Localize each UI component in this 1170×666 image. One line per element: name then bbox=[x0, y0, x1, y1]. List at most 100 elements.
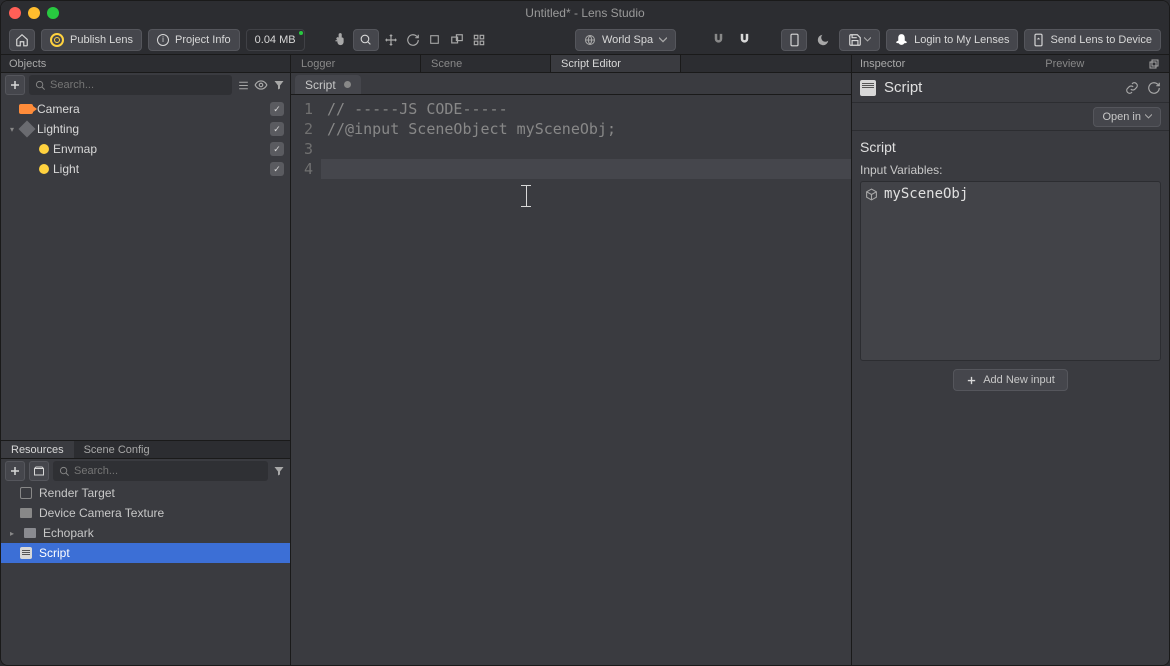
resource-device-camera[interactable]: Device Camera Texture bbox=[1, 503, 290, 523]
resources-search-input[interactable] bbox=[74, 465, 262, 477]
light-label: Light bbox=[53, 162, 266, 176]
filter-button[interactable] bbox=[272, 464, 286, 478]
snap-off-icon[interactable] bbox=[708, 32, 728, 47]
script-tab-label: Script bbox=[305, 78, 336, 92]
status-dot-icon bbox=[299, 31, 303, 35]
window-title: Untitled* - Lens Studio bbox=[525, 6, 644, 20]
scale-tool[interactable] bbox=[425, 29, 445, 51]
close-button[interactable] bbox=[9, 7, 21, 19]
add-object-button[interactable] bbox=[5, 75, 25, 95]
light-check[interactable]: ✓ bbox=[270, 162, 284, 176]
window-controls bbox=[9, 7, 59, 19]
project-info-label: Project Info bbox=[175, 34, 231, 46]
script-icon bbox=[20, 547, 32, 559]
save-dropdown[interactable] bbox=[839, 29, 880, 51]
inspector-header: Inspector Preview bbox=[852, 55, 1169, 73]
select-tool[interactable] bbox=[353, 29, 379, 51]
home-button[interactable] bbox=[9, 29, 35, 51]
grid-tool[interactable] bbox=[469, 29, 489, 51]
input-var-row[interactable]: mySceneObj bbox=[865, 186, 1156, 202]
scene-object-icon bbox=[865, 188, 878, 201]
render-target-icon bbox=[20, 487, 32, 499]
code-editor[interactable]: 1234 // -----JS CODE----- //@input Scene… bbox=[291, 95, 851, 665]
refresh-button[interactable] bbox=[1147, 81, 1161, 95]
project-info-button[interactable]: i Project Info bbox=[148, 29, 240, 51]
snap-on-icon[interactable] bbox=[734, 32, 754, 47]
library-button[interactable] bbox=[29, 461, 49, 481]
minimize-button[interactable] bbox=[28, 7, 40, 19]
project-size-label: 0.04 MB bbox=[255, 34, 296, 46]
resources-list: Render Target Device Camera Texture ▸ Ec… bbox=[1, 483, 290, 665]
screen-tool[interactable] bbox=[447, 29, 467, 51]
tree-row-envmap[interactable]: Envmap ✓ bbox=[1, 139, 290, 159]
light-icon bbox=[39, 164, 49, 174]
filter-button[interactable] bbox=[272, 78, 286, 92]
center-column: Logger Scene Script Editor Script 1234 /… bbox=[291, 55, 852, 665]
titlebar: Untitled* - Lens Studio bbox=[1, 1, 1169, 25]
chevron-down-icon bbox=[864, 36, 871, 43]
publish-lens-button[interactable]: Publish Lens bbox=[41, 29, 142, 51]
expand-arrow[interactable]: ▾ bbox=[7, 124, 17, 134]
modified-icon bbox=[344, 81, 351, 88]
login-button[interactable]: Login to My Lenses bbox=[886, 29, 1018, 51]
envmap-label: Envmap bbox=[53, 142, 266, 156]
link-button[interactable] bbox=[1125, 81, 1139, 95]
maximize-button[interactable] bbox=[47, 7, 59, 19]
lighting-check[interactable]: ✓ bbox=[270, 122, 284, 136]
add-resource-button[interactable] bbox=[5, 461, 25, 481]
visibility-toggle[interactable] bbox=[254, 78, 268, 92]
tree-row-light[interactable]: Light ✓ bbox=[1, 159, 290, 179]
resource-render-target[interactable]: Render Target bbox=[1, 483, 290, 503]
ghost-icon bbox=[895, 33, 908, 46]
tab-script-editor[interactable]: Script Editor bbox=[551, 55, 681, 72]
texture-icon bbox=[20, 508, 32, 518]
resources-header: Resources Scene Config bbox=[1, 441, 290, 459]
envmap-check[interactable]: ✓ bbox=[270, 142, 284, 156]
objects-tree: Camera ✓ ▾ Lighting ✓ Envmap ✓ bbox=[1, 97, 290, 440]
line-numbers: 1234 bbox=[291, 95, 321, 665]
collapse-button[interactable] bbox=[236, 78, 250, 92]
tree-row-camera[interactable]: Camera ✓ bbox=[1, 99, 290, 119]
script-file-tab[interactable]: Script bbox=[295, 75, 361, 94]
objects-search-input[interactable] bbox=[50, 79, 226, 91]
resources-tab[interactable]: Resources bbox=[1, 441, 74, 458]
project-size[interactable]: 0.04 MB bbox=[246, 29, 305, 51]
light-icon bbox=[39, 144, 49, 154]
open-in-label: Open in bbox=[1102, 111, 1141, 123]
tab-scene[interactable]: Scene bbox=[421, 55, 551, 72]
send-to-device-button[interactable]: Send Lens to Device bbox=[1024, 29, 1161, 51]
main-area: Objects Camera ✓ bbox=[1, 55, 1169, 665]
script-section: Script Input Variables: mySceneObj Add N… bbox=[852, 131, 1169, 399]
space-label: World Spa bbox=[602, 34, 653, 46]
move-tool[interactable] bbox=[381, 29, 401, 51]
theme-toggle[interactable] bbox=[813, 33, 833, 47]
left-column: Objects Camera ✓ bbox=[1, 55, 291, 665]
object-icon bbox=[19, 121, 36, 138]
world-space-dropdown[interactable]: World Spa bbox=[575, 29, 676, 51]
tree-row-lighting[interactable]: ▾ Lighting ✓ bbox=[1, 119, 290, 139]
device-button[interactable] bbox=[781, 29, 807, 51]
script-section-title: Script bbox=[860, 139, 1161, 155]
viewport-tools bbox=[331, 29, 489, 51]
script-tab-bar: Script bbox=[291, 73, 851, 95]
echopark-label: Echopark bbox=[43, 526, 94, 540]
open-in-dropdown[interactable]: Open in bbox=[1093, 107, 1161, 127]
search-icon bbox=[59, 466, 70, 477]
resource-script[interactable]: Script bbox=[1, 543, 290, 563]
expand-arrow[interactable]: ▸ bbox=[7, 528, 17, 538]
objects-search[interactable] bbox=[29, 75, 232, 95]
right-column: Inspector Preview Script Open in bbox=[852, 55, 1169, 665]
publish-icon bbox=[50, 33, 64, 47]
pan-tool[interactable] bbox=[331, 29, 351, 51]
inspector-title: Inspector bbox=[860, 58, 905, 70]
resources-search[interactable] bbox=[53, 461, 268, 481]
scene-config-tab[interactable]: Scene Config bbox=[74, 441, 160, 458]
camera-check[interactable]: ✓ bbox=[270, 102, 284, 116]
tab-logger[interactable]: Logger bbox=[291, 55, 421, 72]
script-icon bbox=[860, 80, 876, 96]
popout-button[interactable] bbox=[1147, 57, 1161, 71]
input-vars-box: mySceneObj bbox=[860, 181, 1161, 361]
resource-echopark[interactable]: ▸ Echopark bbox=[1, 523, 290, 543]
rotate-tool[interactable] bbox=[403, 29, 423, 51]
add-input-button[interactable]: Add New input bbox=[953, 369, 1068, 391]
